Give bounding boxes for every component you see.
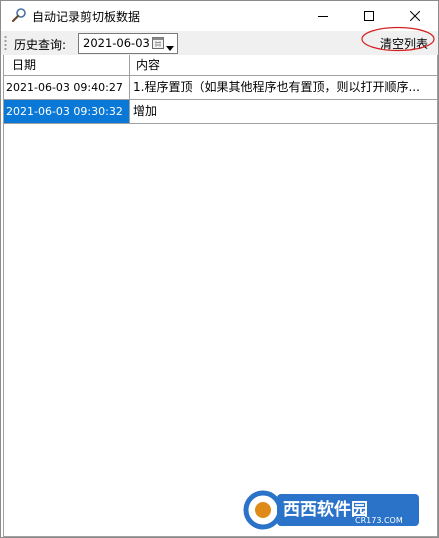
cell-content[interactable]: 1.程序置顶（如果其他程序也有置顶，则以打开顺序... [130,76,437,99]
history-date-picker[interactable]: 2021-06-03 [78,33,178,54]
table-header: 日期 内容 [4,55,437,76]
clipboard-history-table[interactable]: 日期 内容 2021-06-03 09:40:27 1.程序置顶（如果其他程序也… [3,55,438,537]
column-header-content[interactable]: 内容 [136,55,160,75]
date-value[interactable]: 2021-06-03 [83,36,150,50]
app-window: 自动记录剪切板数据 历史查询: 2021-06-03 清空列表 日期 内容 20… [0,0,439,538]
magnifier-icon [11,7,27,23]
cell-date[interactable]: 2021-06-03 09:40:27 [4,76,129,99]
toolbar: 历史查询: 2021-06-03 清空列表 [1,31,438,55]
chevron-down-icon[interactable] [166,40,174,54]
maximize-icon [364,11,374,21]
clear-list-button[interactable]: 清空列表 [375,34,433,52]
cell-date[interactable]: 2021-06-03 09:30:32 [4,100,129,123]
calendar-icon[interactable] [152,36,164,49]
minimize-icon [318,11,328,21]
table-row[interactable]: 2021-06-03 09:40:27 1.程序置顶（如果其他程序也有置顶，则以… [4,76,437,100]
title-bar[interactable]: 自动记录剪切板数据 [1,1,438,31]
toolbar-grip[interactable] [4,35,7,51]
maximize-button[interactable] [346,1,392,31]
watermark-logo: 西西软件园 CR173.COM [243,490,419,530]
close-button[interactable] [392,1,438,31]
minimize-button[interactable] [300,1,346,31]
column-header-date[interactable]: 日期 [12,55,36,75]
window-title: 自动记录剪切板数据 [32,10,141,24]
table-row[interactable]: 2021-06-03 09:30:32 增加 [4,100,437,124]
close-icon [410,11,420,21]
cell-content[interactable]: 增加 [130,100,437,123]
watermark-site: CR173.COM [355,516,403,525]
history-label: 历史查询: [14,38,67,52]
